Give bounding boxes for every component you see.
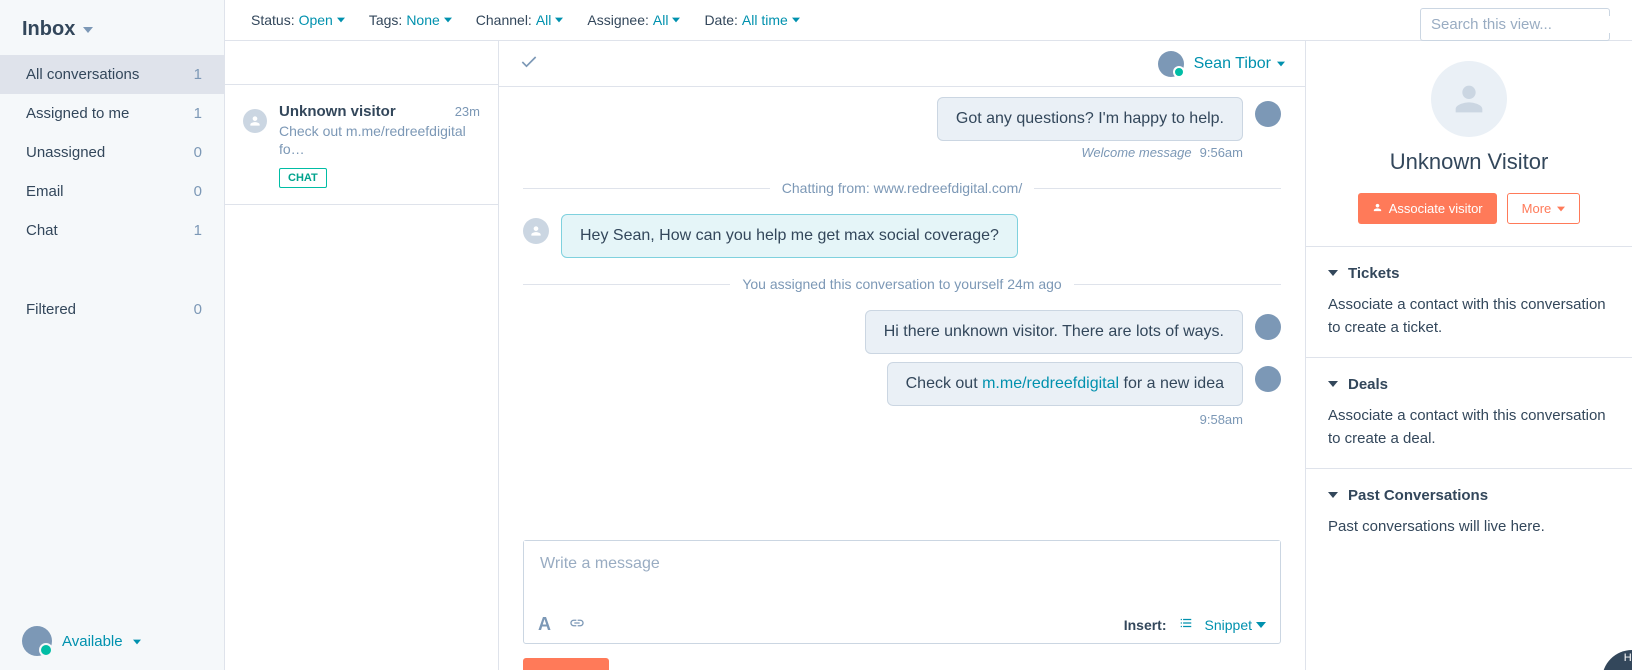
caret-down-icon — [83, 18, 93, 41]
past-conversations-toggle[interactable]: Past Conversations — [1328, 487, 1610, 504]
search-view[interactable] — [1420, 8, 1610, 41]
conversation-preview: Check out m.me/redreefdigital fo… — [279, 122, 480, 158]
chevron-down-icon — [1328, 376, 1338, 393]
filter-channel[interactable]: All — [536, 12, 564, 28]
insert-snippet-dropdown[interactable]: Snippet — [1205, 617, 1266, 633]
sidebar-item-unassigned[interactable]: Unassigned0 — [0, 133, 224, 172]
message-composer: A Insert: Snippet — [523, 540, 1281, 644]
message-bubble-agent: Got any questions? I'm happy to help. — [937, 97, 1243, 141]
inbox-title: Inbox — [22, 18, 75, 41]
filter-tags[interactable]: None — [406, 12, 451, 28]
past-conversations-body: Past conversations will live here. — [1328, 516, 1610, 539]
message-bubble-agent: Hi there unknown visitor. There are lots… — [865, 310, 1243, 354]
inbox-sidebar: Inbox All conversations1 Assigned to me1… — [0, 0, 225, 670]
message-bubble-visitor: Hey Sean, How can you help me get max so… — [561, 214, 1018, 258]
link-icon[interactable] — [569, 615, 585, 634]
conversation-time: 23m — [455, 104, 480, 119]
user-avatar — [22, 626, 52, 656]
sidebar-item-chat[interactable]: Chat1 — [0, 211, 224, 250]
message-timestamp: 9:58am — [523, 412, 1243, 427]
filter-assignee[interactable]: All — [653, 12, 681, 28]
agent-avatar — [1255, 366, 1281, 392]
visitor-avatar-icon — [243, 109, 267, 133]
contact-panel: Unknown Visitor Associate visitor More — [1306, 41, 1632, 670]
snippet-list-icon — [1179, 616, 1193, 633]
deals-section-toggle[interactable]: Deals — [1328, 376, 1610, 393]
caret-down-icon — [1557, 201, 1565, 216]
message-input[interactable] — [524, 541, 1280, 603]
availability-toggle[interactable]: Available — [0, 612, 224, 670]
channel-badge: CHAT — [279, 168, 327, 188]
contact-name: Unknown Visitor — [1324, 149, 1614, 175]
text-format-icon[interactable]: A — [538, 614, 551, 635]
insert-label: Insert: — [1124, 617, 1167, 633]
sidebar-item-assigned-to-me[interactable]: Assigned to me1 — [0, 94, 224, 133]
send-button[interactable] — [523, 658, 609, 670]
conversation-view: Sean Tibor Got any questions? I'm happy … — [499, 41, 1306, 670]
message-meta: Welcome message9:56am — [523, 145, 1281, 160]
message-bubble-agent: Check out m.me/redreefdigital for a new … — [887, 362, 1243, 406]
filter-date[interactable]: All time — [742, 12, 800, 28]
chevron-down-icon — [1328, 487, 1338, 504]
more-dropdown[interactable]: More — [1507, 193, 1581, 224]
person-icon — [1372, 201, 1383, 216]
filters-bar: Status: Open Tags: None Channel: All Ass… — [225, 0, 1632, 41]
search-input[interactable] — [1431, 16, 1630, 33]
filter-status[interactable]: Open — [299, 12, 345, 28]
caret-down-icon — [133, 633, 141, 649]
chevron-down-icon — [1328, 265, 1338, 282]
help-fab[interactable]: Hel — [1592, 650, 1632, 670]
message-link[interactable]: m.me/redreefdigital — [982, 375, 1119, 392]
sidebar-item-filtered[interactable]: Filtered0 — [0, 290, 224, 329]
deals-body: Associate a contact with this conversati… — [1328, 405, 1610, 450]
conversation-list: Unknown visitor 23m Check out m.me/redre… — [225, 41, 499, 670]
conversation-item[interactable]: Unknown visitor 23m Check out m.me/redre… — [225, 85, 498, 205]
chatting-from-divider: Chatting from: www.redreefdigital.com/ — [523, 180, 1281, 196]
agent-avatar — [1255, 314, 1281, 340]
mark-done-button[interactable] — [519, 52, 539, 75]
assignment-divider: You assigned this conversation to yourse… — [523, 276, 1281, 292]
inbox-dropdown[interactable]: Inbox — [0, 0, 224, 55]
contact-avatar — [1431, 61, 1507, 137]
sidebar-item-all-conversations[interactable]: All conversations1 — [0, 55, 224, 94]
tickets-section-toggle[interactable]: Tickets — [1328, 265, 1610, 282]
availability-label: Available — [62, 633, 123, 650]
tickets-body: Associate a contact with this conversati… — [1328, 294, 1610, 339]
agent-avatar — [1255, 101, 1281, 127]
owner-dropdown[interactable]: Sean Tibor — [1194, 55, 1285, 73]
conversation-name: Unknown visitor — [279, 103, 396, 120]
visitor-avatar — [523, 218, 549, 244]
sidebar-item-email[interactable]: Email0 — [0, 172, 224, 211]
owner-avatar — [1158, 51, 1184, 77]
associate-visitor-button[interactable]: Associate visitor — [1358, 193, 1497, 224]
